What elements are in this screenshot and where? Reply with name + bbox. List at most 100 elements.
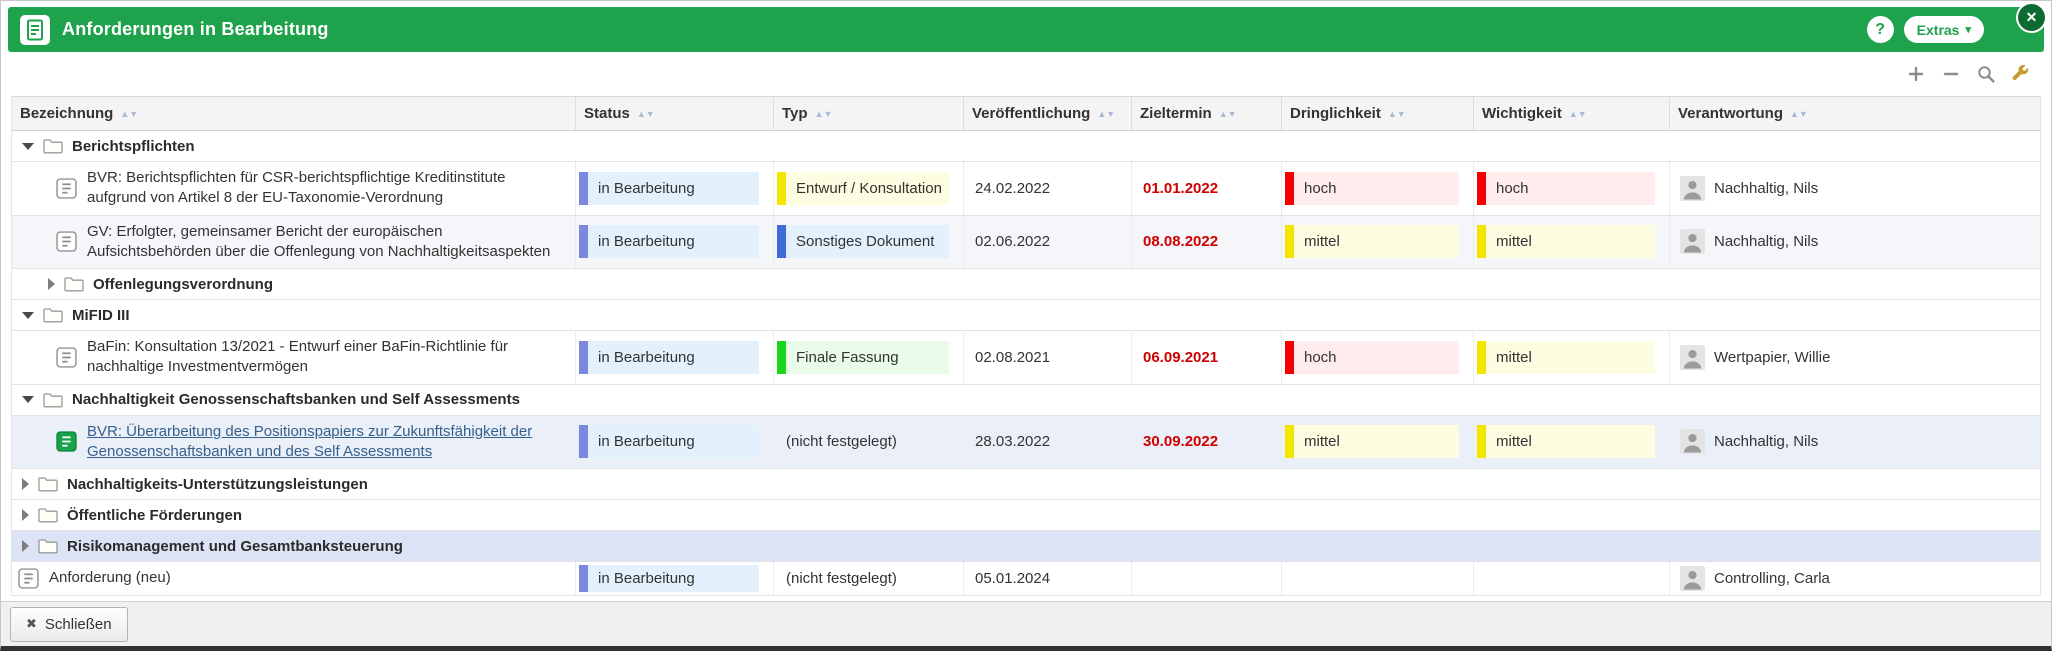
bezeichnung-cell: BVR: Berichtspflichten für CSR-berichtsp… xyxy=(12,162,576,215)
help-button[interactable]: ? xyxy=(1867,16,1894,43)
value-chip: in Bearbeitung xyxy=(579,565,759,592)
requirement-name[interactable]: BVR: Berichtspflichten für CSR-berichtsp… xyxy=(87,168,565,209)
chip-label: in Bearbeitung xyxy=(588,341,759,374)
collapse-arrow-icon[interactable] xyxy=(22,143,34,150)
avatar-icon xyxy=(1680,176,1705,201)
veroeffentlichung-cell: 02.08.2021 xyxy=(964,331,1132,384)
chip-color-bar xyxy=(1477,225,1486,258)
chip-color-bar xyxy=(1477,172,1486,205)
chip-color-bar xyxy=(777,225,786,258)
chip-label: mittel xyxy=(1486,341,1655,374)
wrench-icon[interactable] xyxy=(2011,64,2031,84)
veroeffentlichung-cell: 28.03.2022 xyxy=(964,416,1132,469)
chip-label: mittel xyxy=(1294,225,1459,258)
column-label: Wichtigkeit xyxy=(1482,105,1562,122)
requirement-row[interactable]: Anforderung (neu) in Bearbeitung (nicht fe… xyxy=(12,562,2040,596)
column-header-veroeffentlichung[interactable]: Veröffentlichung▲▼ xyxy=(964,97,1132,130)
sort-arrows-icon[interactable]: ▲▼ xyxy=(120,109,138,119)
sort-arrows-icon[interactable]: ▲▼ xyxy=(1388,109,1406,119)
value-chip: mittel xyxy=(1477,425,1655,458)
requirement-icon xyxy=(56,231,77,252)
search-icon[interactable] xyxy=(1976,64,1996,84)
column-header-bezeichnung[interactable]: Bezeichnung▲▼ xyxy=(12,97,576,130)
chip-label: Sonstiges Dokument xyxy=(786,225,949,258)
requirement-row[interactable]: BVR: Überarbeitung des Positionspapiers … xyxy=(12,416,2040,470)
expand-arrow-icon[interactable] xyxy=(22,478,29,490)
requirement-name[interactable]: BaFin: Konsultation 13/2021 - Entwurf ei… xyxy=(87,337,565,378)
group-row[interactable]: Risikomanagement und Gesamtbanksteuerung xyxy=(12,531,2040,562)
bezeichnung-cell: GV: Erfolgter, gemeinsamer Bericht der e… xyxy=(12,216,576,269)
minus-icon[interactable] xyxy=(1941,64,1961,84)
avatar-icon xyxy=(1680,429,1705,454)
target-date: 01.01.2022 xyxy=(1143,180,1218,197)
expand-arrow-icon[interactable] xyxy=(22,540,29,552)
requirement-row[interactable]: BVR: Berichtspflichten für CSR-berichtsp… xyxy=(12,162,2040,216)
extras-button[interactable]: Extras ▾ xyxy=(1904,16,1984,43)
value-chip: Finale Fassung xyxy=(777,341,949,374)
chip-label: mittel xyxy=(1486,425,1655,458)
chip-color-bar xyxy=(777,341,786,374)
value-text: (nicht festgelegt) xyxy=(777,570,897,587)
avatar-icon xyxy=(1680,229,1705,254)
plus-icon[interactable] xyxy=(1906,64,1926,84)
chip-color-bar xyxy=(579,225,588,258)
group-row[interactable]: Öffentliche Förderungen xyxy=(12,500,2040,531)
chip-label: Entwurf / Konsultation xyxy=(786,172,949,205)
sort-arrows-icon[interactable]: ▲▼ xyxy=(1569,109,1587,119)
group-row[interactable]: Offenlegungsverordnung xyxy=(12,269,2040,300)
chevron-down-icon: ▾ xyxy=(1965,23,1971,36)
requirement-name[interactable]: BVR: Überarbeitung des Positionspapiers … xyxy=(87,422,565,463)
responsible-name: Nachhaltig, Nils xyxy=(1714,233,1818,250)
chip-label: Finale Fassung xyxy=(786,341,949,374)
value-chip: in Bearbeitung xyxy=(579,425,759,458)
expand-arrow-icon[interactable] xyxy=(22,509,29,521)
verantwortung-cell: Nachhaltig, Nils xyxy=(1670,416,2040,469)
chip-label: hoch xyxy=(1486,172,1655,205)
column-header-dringlichkeit[interactable]: Dringlichkeit▲▼ xyxy=(1282,97,1474,130)
requirement-name[interactable]: GV: Erfolgter, gemeinsamer Bericht der e… xyxy=(87,222,565,263)
group-row[interactable]: Nachhaltigkeits-Unterstützungsleistungen xyxy=(12,469,2040,500)
folder-icon xyxy=(38,476,58,492)
expand-arrow-icon[interactable] xyxy=(48,278,55,290)
requirement-row[interactable]: BaFin: Konsultation 13/2021 - Entwurf ei… xyxy=(12,331,2040,385)
toolbar xyxy=(1,52,2051,96)
veroeffentlichung-cell: 24.02.2022 xyxy=(964,162,1132,215)
column-header-wichtigkeit[interactable]: Wichtigkeit ▲▼ xyxy=(1474,97,1670,130)
folder-icon xyxy=(43,307,63,323)
requirement-row[interactable]: GV: Erfolgter, gemeinsamer Bericht der e… xyxy=(12,216,2040,270)
target-date: 08.08.2022 xyxy=(1143,233,1218,250)
column-header-typ[interactable]: Typ▲▼ xyxy=(774,97,964,130)
column-header-verantwortung[interactable]: Verantwortung▲▼ xyxy=(1670,97,2040,130)
schliessen-button[interactable]: ✖ Schließen xyxy=(10,607,128,642)
verantwortung-cell: Wertpapier, Willie xyxy=(1670,331,2040,384)
collapse-arrow-icon[interactable] xyxy=(22,312,34,319)
chip-color-bar xyxy=(579,425,588,458)
column-header-status[interactable]: Status▲▼ xyxy=(576,97,774,130)
folder-icon xyxy=(43,138,63,154)
sort-arrows-icon[interactable]: ▲▼ xyxy=(637,109,655,119)
collapse-arrow-icon[interactable] xyxy=(22,396,34,403)
sort-arrows-icon[interactable]: ▲▼ xyxy=(1097,109,1115,119)
group-cell: Offenlegungsverordnung xyxy=(12,269,2040,299)
target-date: 06.09.2021 xyxy=(1143,349,1218,366)
value-chip: hoch xyxy=(1477,172,1655,205)
group-label: Öffentliche Förderungen xyxy=(67,507,242,524)
sort-arrows-icon[interactable]: ▲▼ xyxy=(1790,109,1808,119)
value-chip: in Bearbeitung xyxy=(579,225,759,258)
column-header-zieltermin[interactable]: Zieltermin▲▼ xyxy=(1132,97,1282,130)
typ-cell: Entwurf / Konsultation xyxy=(774,162,964,215)
chip-color-bar xyxy=(1477,341,1486,374)
chip-color-bar xyxy=(777,172,786,205)
group-row[interactable]: Nachhaltigkeit Genossenschaftsbanken und… xyxy=(12,385,2040,416)
group-row[interactable]: MiFID III xyxy=(12,300,2040,331)
group-row[interactable]: Berichtspflichten xyxy=(12,131,2040,162)
value-chip: in Bearbeitung xyxy=(579,341,759,374)
requirement-name[interactable]: Anforderung (neu) xyxy=(49,568,171,588)
sort-arrows-icon[interactable]: ▲▼ xyxy=(1219,109,1237,119)
close-button[interactable]: ✕ xyxy=(2018,4,2045,31)
chip-color-bar xyxy=(579,341,588,374)
verantwortung-cell: Nachhaltig, Nils xyxy=(1670,216,2040,269)
group-label: Nachhaltigkeit Genossenschaftsbanken und… xyxy=(72,391,520,408)
footer: ✖ Schließen xyxy=(1,601,2051,646)
sort-arrows-icon[interactable]: ▲▼ xyxy=(815,109,833,119)
